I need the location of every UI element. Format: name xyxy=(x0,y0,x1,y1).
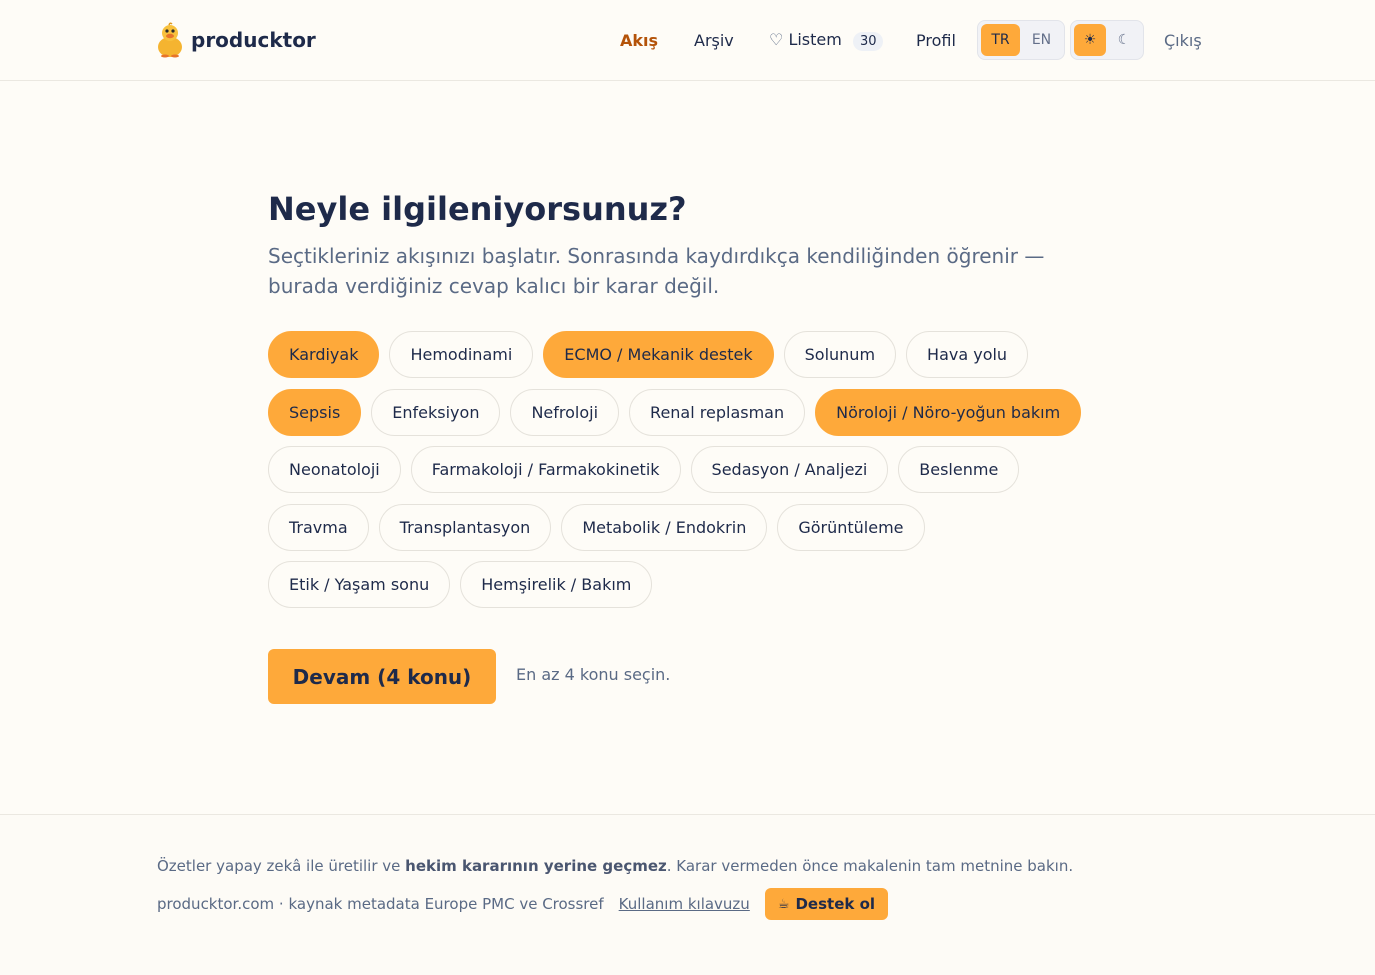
page-subtitle: Seçtikleriniz akışınızı başlatır. Sonras… xyxy=(268,241,1068,301)
logout-link[interactable]: Çıkış xyxy=(1164,31,1202,50)
support-button[interactable]: ☕ Destek ol xyxy=(764,888,889,920)
nav-archive[interactable]: Arşiv xyxy=(694,31,734,50)
topic-chip[interactable]: Metabolik / Endokrin xyxy=(561,504,768,551)
topic-chip[interactable]: Nöroloji / Nöro-yoğun bakım xyxy=(815,389,1082,436)
topic-row: Travma Transplantasyon Metabolik / Endokri… xyxy=(268,504,925,551)
topic-chip[interactable]: Sedasyon / Analjezi xyxy=(690,446,889,493)
brand-name: producktor xyxy=(191,28,316,52)
topic-chip[interactable]: Solunum xyxy=(783,331,897,378)
selection-hint: En az 4 konu seçin. xyxy=(516,665,671,684)
topic-chip[interactable]: Transplantasyon xyxy=(378,504,552,551)
topic-chip[interactable]: Travma xyxy=(268,504,369,551)
topic-chip[interactable]: Hava yolu xyxy=(906,331,1029,378)
page-title: Neyle ilgileniyorsunuz? xyxy=(268,190,687,228)
footer-row: producktor.com · kaynak metadata Europe … xyxy=(157,888,889,920)
nav-feed[interactable]: Akış xyxy=(620,31,658,50)
theme-switch: ☀ ☾ xyxy=(1070,20,1144,60)
topic-chip[interactable]: Renal replasman xyxy=(629,389,806,436)
nav-profile[interactable]: Profil xyxy=(916,31,956,50)
moon-icon[interactable]: ☾ xyxy=(1108,24,1140,56)
subtitle-line-2: burada verdiğiniz cevap kalıcı bir karar… xyxy=(268,274,720,298)
topic-chip[interactable]: Enfeksiyon xyxy=(371,389,501,436)
nav-list[interactable]: ♡ Listem 30 xyxy=(769,29,884,51)
list-count-badge: 30 xyxy=(852,31,884,51)
nav-logout-wrap: Çıkış xyxy=(1164,0,1202,80)
topic-chip[interactable]: Hemşirelik / Bakım xyxy=(460,561,653,608)
subtitle-line-1: Seçtikleriniz akışınızı başlatır. Sonras… xyxy=(268,244,1045,268)
topic-chip[interactable]: Kardiyak xyxy=(268,331,380,378)
topic-chip[interactable]: Hemodinami xyxy=(389,331,534,378)
source-attribution: producktor.com · kaynak metadata Europe … xyxy=(157,895,604,913)
nav-list-label: Listem xyxy=(788,29,842,49)
sun-icon[interactable]: ☀ xyxy=(1074,24,1106,56)
page-footer: Özetler yapay zekâ ile üretilir ve hekim… xyxy=(0,814,1375,975)
user-guide-link[interactable]: Kullanım kılavuzu xyxy=(619,895,750,913)
language-switch: TR EN xyxy=(977,20,1065,60)
lang-tr-button[interactable]: TR xyxy=(981,24,1020,56)
nav-profile-wrap: Profil xyxy=(916,0,956,80)
topic-row: Neonatoloji Farmakoloji / Farmakokinetik S… xyxy=(268,446,1020,493)
top-header: producktor Akış Arşiv ♡ Listem 30 Profil… xyxy=(0,0,1375,81)
heart-icon: ♡ xyxy=(769,29,784,49)
topic-chip[interactable]: Nefroloji xyxy=(510,389,620,436)
topic-chip[interactable]: Neonatoloji xyxy=(268,446,401,493)
lang-en-button[interactable]: EN xyxy=(1022,24,1061,56)
nav-list-wrap: ♡ Listem 30 xyxy=(769,0,884,80)
brand-logo[interactable]: producktor xyxy=(157,21,316,59)
topic-chip[interactable]: Farmakoloji / Farmakokinetik xyxy=(410,446,681,493)
ai-disclaimer: Özetler yapay zekâ ile üretilir ve hekim… xyxy=(157,857,1073,875)
disclaimer-text: Özetler yapay zekâ ile üretilir ve xyxy=(157,857,406,875)
topic-row: Sepsis Enfeksiyon Nefroloji Renal replasman… xyxy=(268,389,1082,436)
disclaimer-emphasis: hekim kararının yerine geçmez xyxy=(405,857,667,875)
coffee-icon: ☕ xyxy=(777,896,790,912)
duck-icon xyxy=(157,22,183,58)
topic-chip[interactable]: ECMO / Mekanik destek xyxy=(543,331,774,378)
topic-chip[interactable]: Etik / Yaşam sonu xyxy=(268,561,451,608)
topic-row: Etik / Yaşam sonu Hemşirelik / Bakım xyxy=(268,561,653,608)
topic-row: Kardiyak Hemodinami ECMO / Mekanik destek S… xyxy=(268,331,1029,378)
topic-chip[interactable]: Beslenme xyxy=(898,446,1020,493)
support-label: Destek ol xyxy=(795,895,876,913)
continue-button[interactable]: Devam (4 konu) xyxy=(268,649,496,704)
disclaimer-text-end: . Karar vermeden önce makalenin tam metn… xyxy=(666,857,1074,875)
topic-chip[interactable]: Görüntüleme xyxy=(777,504,925,551)
nav-archive-wrap: Arşiv xyxy=(694,0,734,80)
topic-chip[interactable]: Sepsis xyxy=(268,389,362,436)
nav-feed-wrap: Akış xyxy=(620,0,658,80)
